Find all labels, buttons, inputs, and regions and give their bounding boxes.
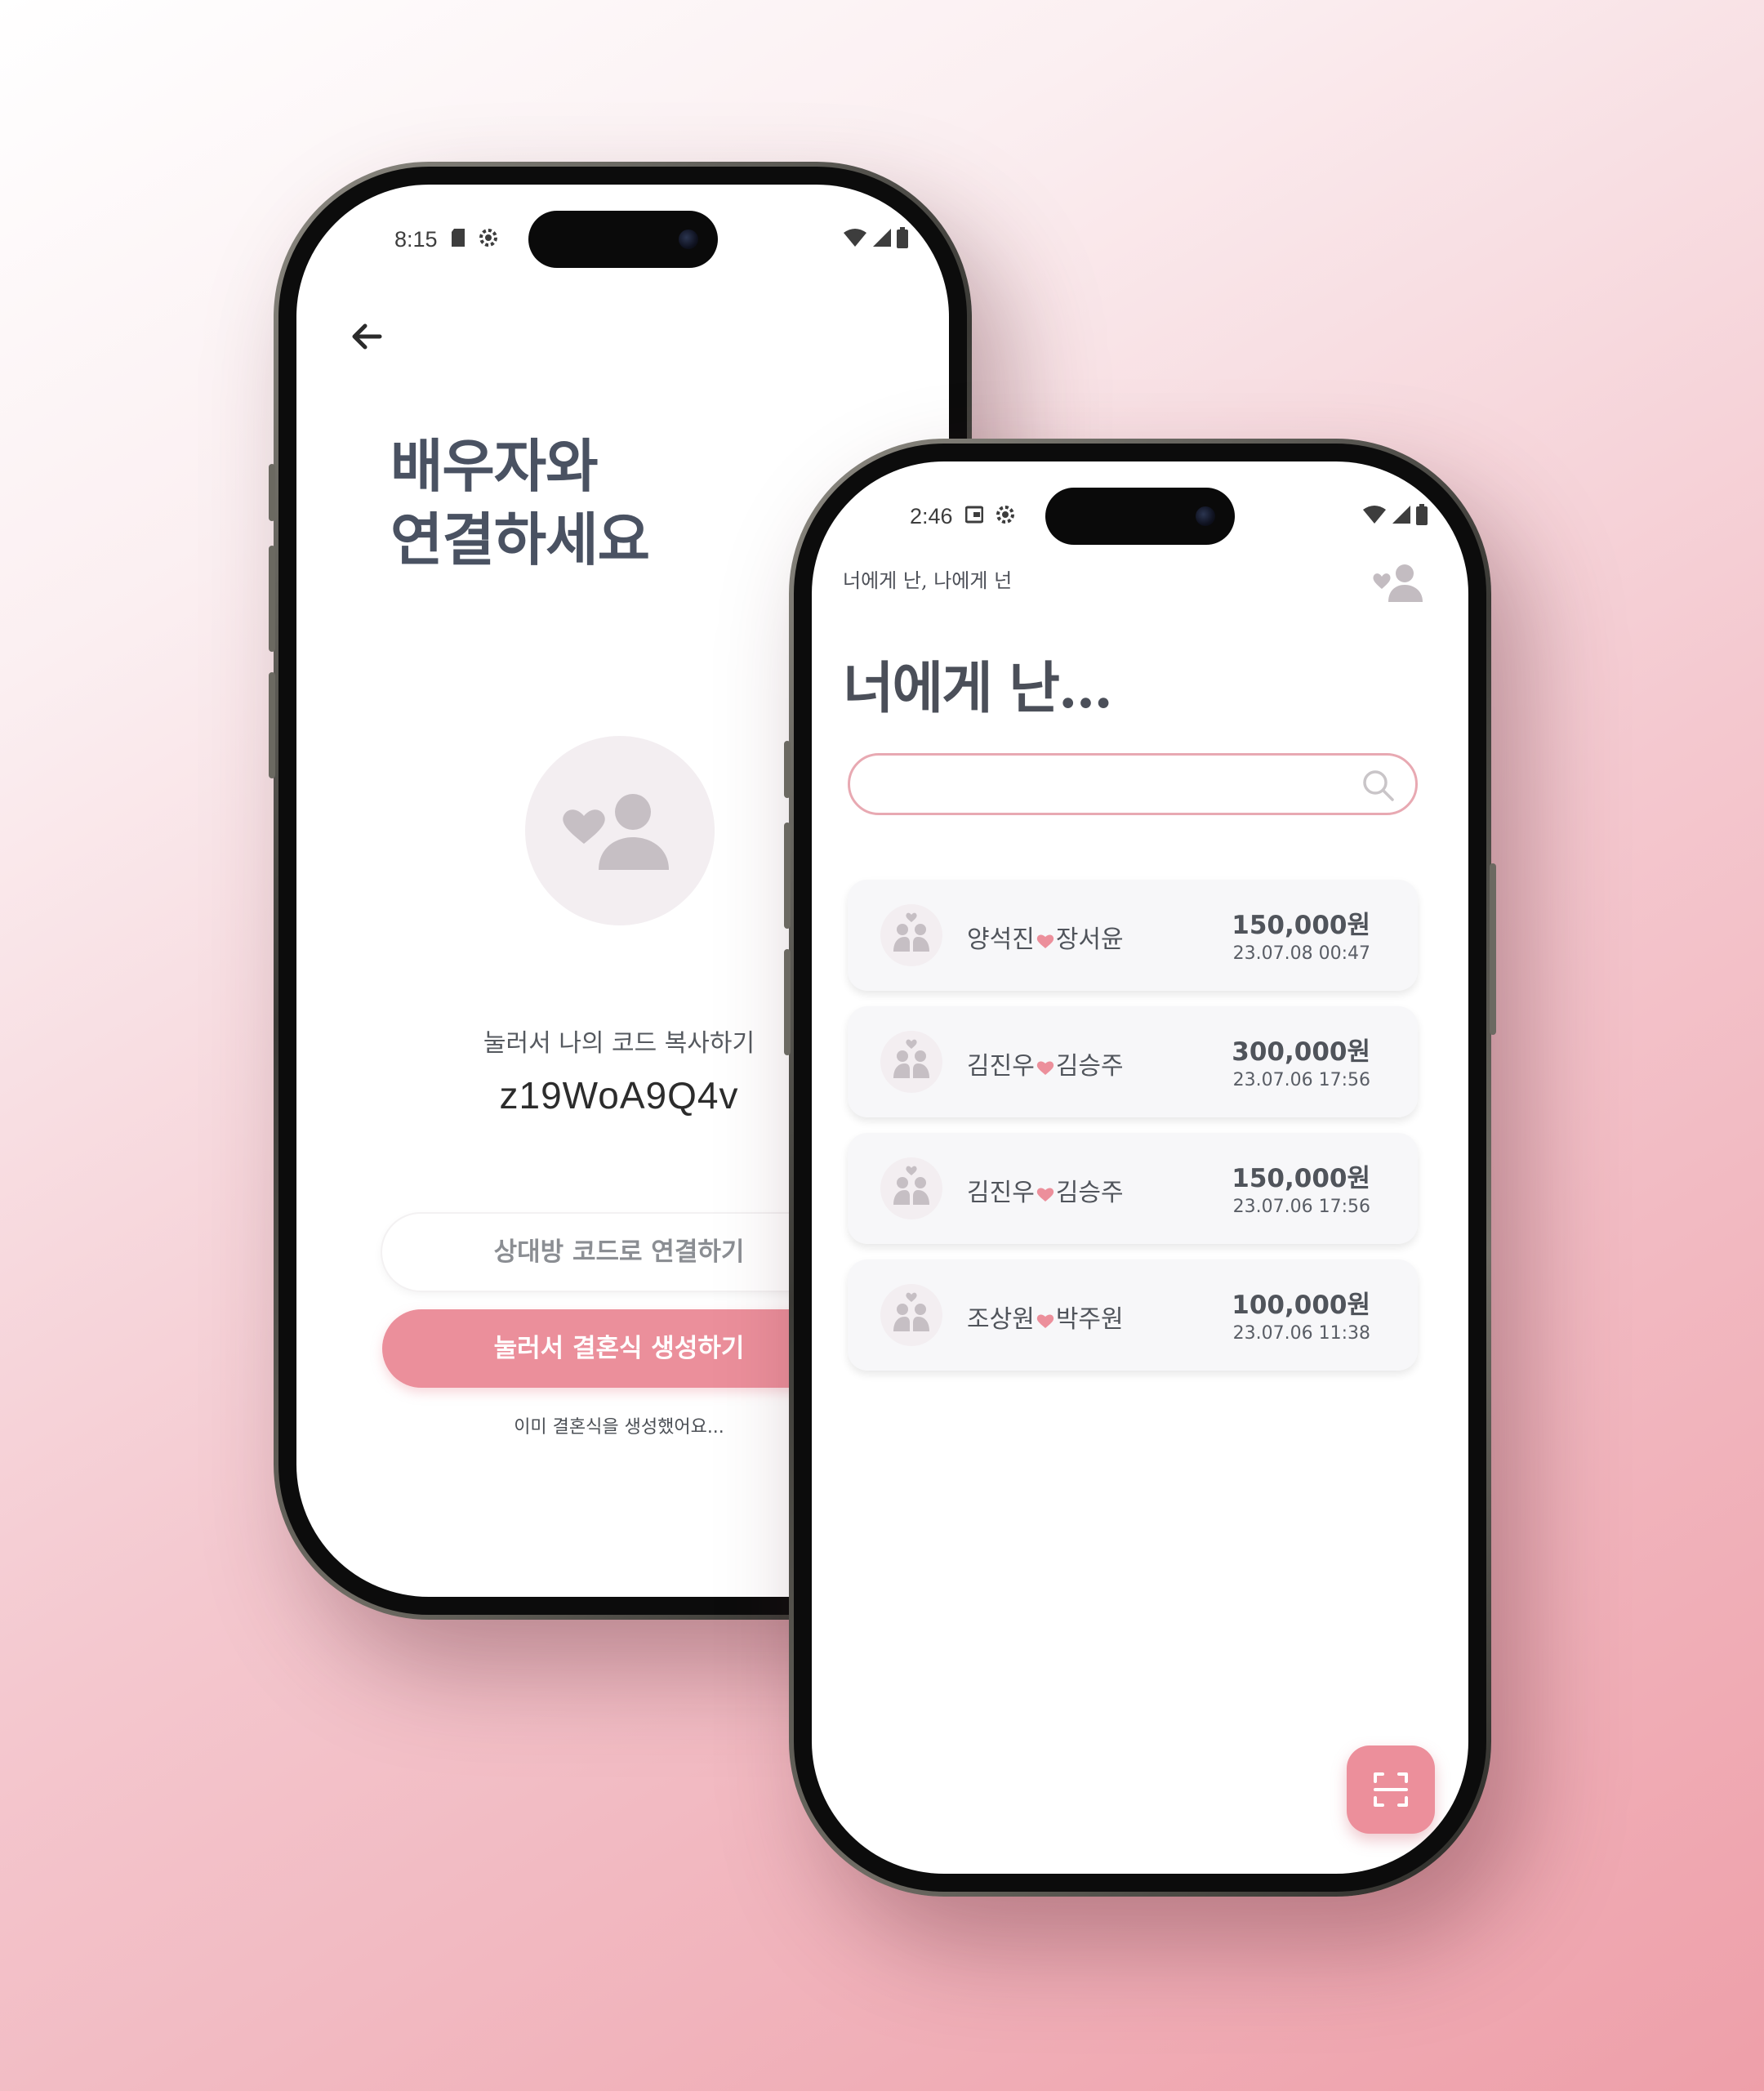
wedding-card[interactable]: 조상원 박주원 100,000원 23.07.06 11:38: [848, 1260, 1418, 1371]
battery-icon: [1416, 504, 1428, 525]
couple-avatar-icon: [893, 1039, 929, 1078]
qr-scan-icon: [1374, 1772, 1408, 1807]
heart-icon: [1036, 1314, 1054, 1328]
gift-date: 23.07.06 11:38: [1232, 1323, 1370, 1344]
couple-names: 양석진 장서윤: [967, 919, 1124, 955]
couple-avatar: [880, 904, 942, 966]
couple-names: 조상원 박주원: [967, 1299, 1124, 1335]
gift-date: 23.07.08 00:47: [1232, 943, 1370, 964]
couple-avatar-icon: [893, 1292, 929, 1331]
search-icon[interactable]: [1360, 767, 1396, 803]
heart-icon: [1036, 934, 1054, 948]
cellular-signal-icon: [873, 229, 891, 247]
wedding-list: 양석진 장서윤 150,000원 23.07.08 00:47 김진우 김승주 30…: [848, 880, 1418, 1386]
status-time: 2:46: [910, 504, 953, 528]
connect-with-partner-code-button[interactable]: 상대방 코드로 연결하기: [382, 1214, 856, 1291]
couple-avatar-icon: [893, 912, 929, 952]
wifi-icon: [1363, 506, 1386, 524]
bride-name: 박주원: [1055, 1305, 1124, 1334]
side-button: [269, 464, 275, 521]
wedding-card[interactable]: 김진우 김승주 150,000원 23.07.06 17:56: [848, 1133, 1418, 1244]
search-input[interactable]: [848, 753, 1418, 815]
status-bar: 2:46: [812, 493, 1468, 542]
bride-name: 김승주: [1055, 1052, 1124, 1081]
couple-heart-icon: [563, 794, 669, 870]
couple-names: 김진우 김승주: [967, 1172, 1124, 1208]
status-bar: 8:15: [296, 216, 949, 265]
groom-name: 김진우: [967, 1179, 1035, 1207]
couple-avatar-icon: [893, 1166, 929, 1205]
bride-name: 장서윤: [1055, 925, 1124, 954]
groom-name: 조상원: [967, 1305, 1035, 1334]
power-button: [1490, 863, 1496, 1035]
qr-scan-button[interactable]: [1347, 1745, 1435, 1834]
headline: 너에게 난...: [843, 656, 1113, 721]
settings-gear-icon: [479, 229, 497, 247]
couple-avatar: [880, 1284, 942, 1346]
wedding-list-screen: 2:46 너에게 난, 나에게 넌 너에게 난... 양석진 장서윤 150,0…: [812, 461, 1468, 1874]
couple-avatar: [880, 1031, 942, 1093]
gift-amount: 300,000원: [1232, 1037, 1370, 1067]
wedding-card[interactable]: 김진우 김승주 300,000원 23.07.06 17:56: [848, 1006, 1418, 1117]
status-time: 8:15: [394, 227, 438, 252]
wifi-icon: [844, 229, 866, 247]
couple-names: 김진우 김승주: [967, 1046, 1124, 1081]
wallet-icon: [965, 506, 983, 524]
back-arrow-icon[interactable]: [345, 315, 388, 358]
gift-date: 23.07.06 17:56: [1232, 1070, 1370, 1090]
cellular-signal-icon: [1392, 506, 1410, 524]
app-title: 너에게 난, 나에게 넌: [843, 569, 1013, 592]
heart-icon: [1036, 1061, 1054, 1075]
gift-date: 23.07.06 17:56: [1232, 1197, 1370, 1217]
groom-name: 양석진: [967, 925, 1035, 954]
settings-gear-icon: [996, 506, 1014, 524]
wedding-card[interactable]: 양석진 장서윤 150,000원 23.07.08 00:47: [848, 880, 1418, 991]
heart-icon: [1036, 1188, 1054, 1202]
groom-name: 김진우: [967, 1052, 1035, 1081]
side-button: [269, 546, 275, 652]
phone-wedding-list: 2:46 너에게 난, 나에게 넌 너에게 난... 양석진 장서윤 150,0…: [784, 439, 1496, 1897]
side-button: [784, 741, 791, 798]
page-title: 배우자와 연결하세요: [390, 433, 650, 573]
side-button: [784, 949, 791, 1055]
couple-avatar: [880, 1157, 942, 1219]
side-button: [269, 672, 275, 778]
couple-connect-icon[interactable]: [1372, 561, 1428, 602]
bride-name: 김승주: [1055, 1179, 1124, 1207]
gift-amount: 150,000원: [1232, 911, 1370, 940]
create-wedding-button[interactable]: 눌러서 결혼식 생성하기: [382, 1309, 856, 1388]
gift-amount: 150,000원: [1232, 1164, 1370, 1193]
battery-icon: [897, 227, 908, 248]
couple-avatar: [525, 736, 715, 925]
side-button: [784, 823, 791, 929]
gift-amount: 100,000원: [1232, 1291, 1370, 1320]
sd-card-icon: [452, 229, 465, 247]
